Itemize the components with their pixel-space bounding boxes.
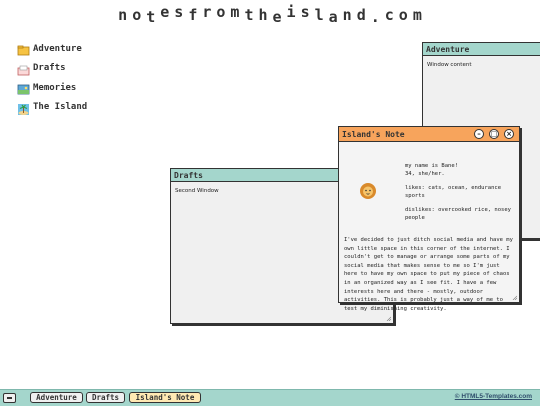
profile-dislikes: dislikes: overcooked rice, nosey people: [405, 207, 511, 221]
profile-info: my name is Bane! 34, she/her. likes: cat…: [405, 162, 519, 228]
credit-link[interactable]: © HTML5-Templates.com: [455, 393, 532, 400]
site-title-letter: i: [286, 3, 296, 21]
site-title-letter: n: [118, 6, 128, 24]
taskbar-button-drafts[interactable]: Drafts: [86, 392, 125, 403]
desktop-icon-label: Adventure: [33, 43, 82, 54]
profile-name: my name is Bane!: [405, 163, 458, 169]
desktop-icon-label: The Island: [33, 102, 88, 113]
desktop-icon-label: Drafts: [33, 63, 66, 74]
site-title-letter: c: [384, 6, 394, 24]
site-title-letter: t: [244, 6, 254, 24]
site-title-letter: o: [398, 6, 408, 24]
site-title-letter: o: [132, 6, 142, 24]
site-title-letter: e: [272, 8, 282, 26]
desktop-icon-adventure[interactable]: Adventure: [17, 39, 87, 59]
site-title-letter: m: [230, 3, 240, 21]
memories-icon: [17, 81, 30, 95]
site-title-letter: s: [174, 3, 184, 21]
site-title-letter: t: [146, 8, 156, 26]
site-title-letter: e: [160, 3, 170, 21]
taskbar-button-adventure[interactable]: Adventure: [30, 392, 83, 403]
site-title: notesfromtheisland.com: [0, 3, 540, 26]
about-text: I've decided to just ditch social media …: [344, 237, 513, 312]
site-title-letter: d: [356, 6, 366, 24]
site-title-letter: o: [216, 3, 226, 21]
window-titlebar[interactable]: Adventure: [423, 43, 540, 56]
resize-grip-icon[interactable]: [512, 295, 517, 300]
close-button[interactable]: ×: [504, 129, 514, 139]
desktop-icon-the-island[interactable]: The Island: [17, 98, 87, 118]
resize-grip-icon[interactable]: [386, 316, 391, 321]
desktop-icon-label: Memories: [33, 82, 77, 93]
site-title-letter: .: [370, 8, 380, 26]
desktop-icons: Adventure Drafts Memories The Island: [17, 39, 87, 117]
site-title-letter: r: [202, 3, 212, 21]
site-title-letter: l: [314, 6, 324, 24]
island-icon: [17, 101, 30, 115]
site-title-letter: a: [328, 8, 338, 26]
desktop-icon-memories[interactable]: Memories: [17, 78, 87, 98]
site-title-letter: f: [188, 6, 198, 24]
desktop-icon-drafts[interactable]: Drafts: [17, 59, 87, 79]
taskbar-button-island-note[interactable]: Island's Note: [129, 392, 201, 403]
site-title-letter: h: [258, 6, 268, 24]
window-title: Adventure: [426, 44, 470, 54]
profile-age: 34, she/her.: [405, 171, 445, 177]
folder-icon: [17, 42, 30, 56]
start-menu-icon[interactable]: [3, 393, 16, 403]
island-note-window[interactable]: Island's Note – □ × my name is Bane! 34,…: [338, 126, 520, 312]
site-title-letter: m: [412, 6, 422, 24]
window-title: Island's Note: [342, 129, 405, 139]
taskbar: Adventure Drafts Island's Note © HTML5-T…: [0, 389, 540, 406]
window-title: Drafts: [174, 170, 203, 180]
site-title-letter: s: [300, 3, 310, 21]
lion-avatar-icon: [359, 182, 377, 200]
minimize-button[interactable]: –: [474, 129, 484, 139]
profile-likes: likes: cats, ocean, endurance sports: [405, 185, 502, 199]
drafts-icon: [17, 62, 30, 76]
site-title-letter: n: [342, 6, 352, 24]
maximize-button[interactable]: □: [489, 129, 499, 139]
